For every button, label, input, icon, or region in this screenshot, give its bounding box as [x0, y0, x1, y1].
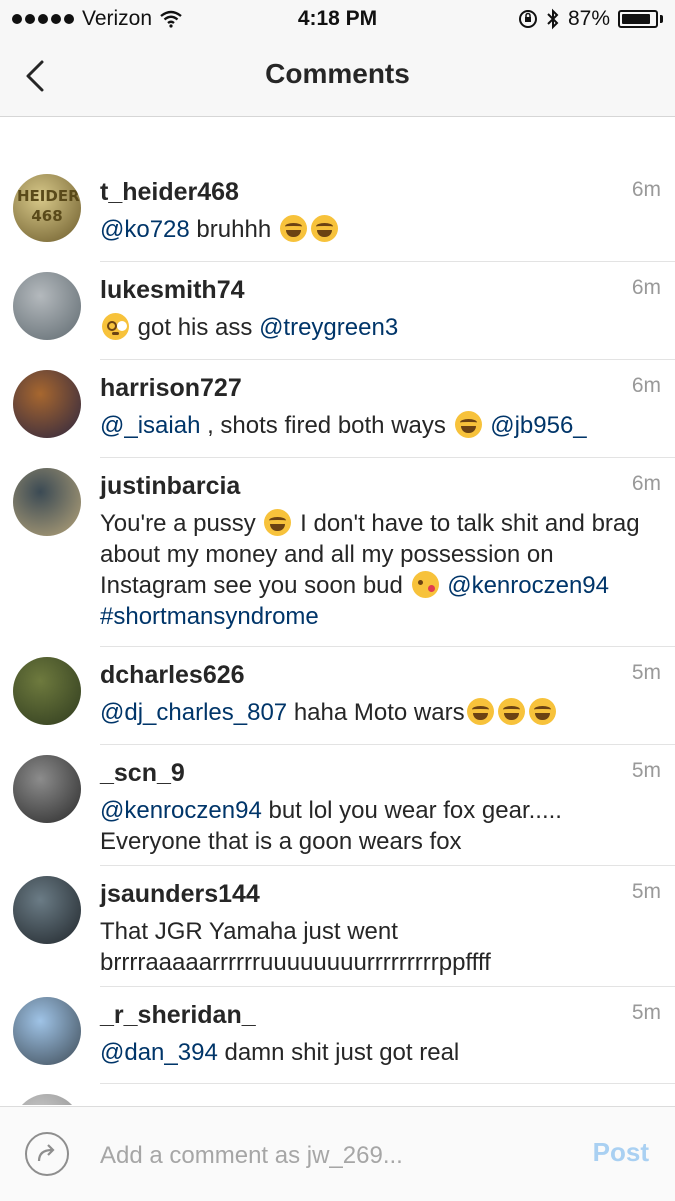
comment-username[interactable]: jsaunders144 [100, 880, 260, 909]
comment-timestamp: 5m [631, 759, 661, 782]
comment-username[interactable]: _r_sheridan_ [100, 1001, 256, 1030]
mention-link[interactable]: @kenroczen94 [447, 572, 609, 599]
mention-link[interactable]: @kenroczen94 [100, 797, 262, 824]
avatar[interactable]: HEIDER 468 [13, 174, 81, 242]
comment-text: @kenroczen94 but lol you wear fox gear..… [100, 795, 660, 857]
laugh-icon [497, 698, 525, 725]
comment-input[interactable] [98, 1135, 562, 1177]
mention-link[interactable]: @treygreen3 [259, 314, 398, 341]
avatar[interactable] [13, 657, 81, 725]
comment-timestamp: 5m [631, 1001, 661, 1024]
status-right: 87% [518, 7, 663, 31]
comment-username[interactable]: _scn_9 [100, 759, 185, 788]
laugh-icon [528, 698, 556, 725]
comment-text-segment: haha Moto wars [287, 699, 465, 726]
battery-percent: 87% [567, 7, 610, 30]
avatar[interactable] [13, 272, 81, 340]
comment-text-segment: damn shit just got real [217, 1039, 460, 1066]
comment-input-bar: Post [0, 1106, 675, 1201]
comment-timestamp: 5m [631, 880, 661, 903]
comment-text-segment: , shots fired both ways [200, 412, 453, 439]
flushed-icon [102, 313, 129, 340]
comment-text: @ko728 bruhhh [100, 214, 660, 245]
comment-timestamp: 6m [631, 276, 661, 299]
status-bar: Verizon 4:18 PM 87% [0, 0, 675, 38]
page-title: Comments [265, 58, 410, 89]
avatar-logo-text: HEIDER 468 [17, 187, 80, 225]
avatar[interactable] [13, 468, 81, 536]
comment-text-segment: You're a pussy [100, 510, 263, 537]
laugh-icon [279, 215, 307, 242]
comments-list[interactable]: @anastazjyiaHEIDER 468t_heider4686m@ko72… [0, 117, 675, 1105]
comment-text: That JGR Yamaha just went brrrraaaaarrrr… [100, 916, 660, 978]
mention-link[interactable]: @ko728 [100, 216, 190, 243]
comment-username[interactable]: t_heider468 [100, 178, 239, 207]
comment-row[interactable]: dcharles626 5m @dj_charles_807 haha Moto w… [0, 647, 675, 745]
comment-row[interactable]: lukesmith74 6m got his ass @treygreen3 [0, 262, 675, 360]
comment-text-segment: bruhhh [189, 216, 278, 243]
comment-row[interactable]: justinbarcia 6m You're a pussy I don't hav… [0, 458, 675, 647]
comment-timestamp: 6m [631, 472, 661, 495]
nav-bar: Comments [0, 38, 675, 117]
comment-row[interactable]: _scn_9 5m @kenroczen94 but lol you wear fo… [0, 745, 675, 866]
avatar[interactable] [13, 370, 81, 438]
laugh-icon [310, 215, 338, 242]
comment-username[interactable]: harrison727 [100, 374, 242, 403]
avatar[interactable] [13, 1094, 81, 1105]
post-button[interactable]: Post [593, 1137, 649, 1168]
comment-username[interactable]: dcharles626 [100, 661, 245, 690]
comment-row[interactable]: HEIDER 468 t_heider468 6m @ko728 bruhhh [0, 164, 675, 262]
laugh-icon [264, 509, 292, 536]
comment-row[interactable]: _r_sheridan_ 5m @dan_394 damn shit just go… [0, 987, 675, 1084]
avatar[interactable] [13, 755, 81, 823]
comment-text: @dj_charles_807 haha Moto wars [100, 697, 660, 728]
laugh-icon [454, 411, 482, 438]
comment-username[interactable]: lukesmith74 [100, 276, 245, 305]
mention-link[interactable]: @jb956_ [490, 412, 586, 439]
comment-text: You're a pussy I don't have to talk shit… [100, 508, 660, 632]
bluetooth-icon [547, 8, 559, 30]
hashtag-link[interactable]: #shortmansyndrome [100, 603, 319, 630]
comment-username[interactable]: justinbarcia [100, 472, 240, 501]
rotation-lock-icon [518, 10, 537, 28]
mention-link[interactable]: @_isaiah [100, 412, 200, 439]
avatar[interactable] [13, 876, 81, 944]
mention-link[interactable]: @dj_charles_807 [100, 699, 287, 726]
comment-row[interactable]: harrison727 6m @_isaiah , shots fired both… [0, 360, 675, 458]
comment-timestamp: 6m [631, 178, 661, 201]
comment-row[interactable]: jsaunders144 5m That JGR Yamaha just went … [0, 866, 675, 987]
battery-icon [618, 10, 658, 28]
comment-text-segment: got his ass [131, 314, 260, 341]
comment-row[interactable] [0, 1084, 675, 1105]
comment-timestamp: 6m [631, 374, 661, 397]
kiss-icon [411, 571, 439, 598]
laugh-icon [466, 698, 494, 725]
reply-icon[interactable] [25, 1132, 69, 1176]
comment-timestamp: 5m [631, 661, 661, 684]
mention-link[interactable]: @dan_394 [100, 1039, 218, 1066]
avatar[interactable] [13, 997, 81, 1065]
comment-text: got his ass @treygreen3 [100, 312, 660, 343]
comment-text: @dan_394 damn shit just got real [100, 1037, 660, 1068]
comment-text-segment: That JGR Yamaha just went brrrraaaaarrrr… [100, 918, 491, 976]
comment-text: @_isaiah , shots fired both ways @jb956_ [100, 410, 660, 441]
